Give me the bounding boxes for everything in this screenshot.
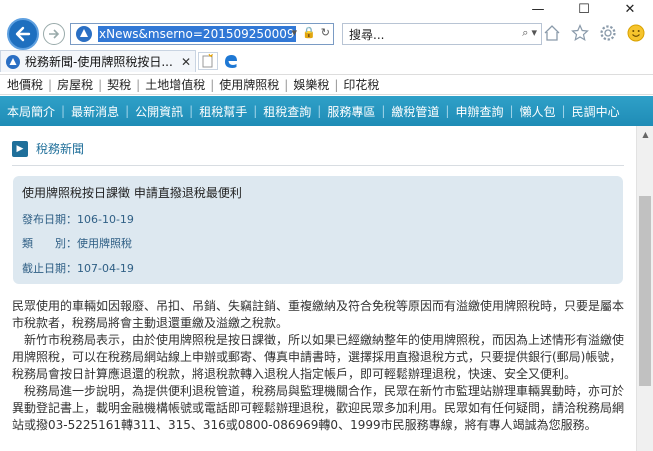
publish-date-label: 發布日期：: [22, 213, 77, 226]
page-content: ▶ 稅務新聞 使用牌照稅按日課徵 申請直撥退稅最便利 發布日期：106-10-1…: [0, 126, 636, 451]
main-nav-bar: 本局簡介 | 最新消息 | 公開資訊 | 租稅幫手 | 租稅查詢 | 服務專區 | 繳稅管道…: [0, 96, 653, 126]
site-favicon-icon: [76, 26, 92, 42]
smiley-feedback-icon[interactable]: [627, 24, 645, 42]
scrollbar-thumb[interactable]: [639, 196, 651, 386]
news-headline: 使用牌照稅按日課徵 申請直撥退稅最便利: [22, 186, 242, 200]
nav-item[interactable]: 租稅查詢: [263, 103, 311, 120]
nav-divider: |: [561, 104, 566, 118]
publish-date: 106-10-19: [77, 213, 134, 226]
nav-divider: |: [189, 104, 194, 118]
tab-close-icon[interactable]: ✕: [181, 55, 191, 69]
edge-icon: [225, 55, 237, 68]
tab-row: 稅務新聞-使用牌照稅按日... ✕: [0, 50, 653, 72]
expiry-date-label: 截止日期：: [22, 262, 77, 275]
nav-item[interactable]: 最新消息: [71, 103, 119, 120]
favorites-star-icon[interactable]: [571, 24, 589, 42]
maximize-button[interactable]: ☐: [561, 0, 607, 18]
refresh-icon[interactable]: ↻: [321, 26, 330, 39]
nav-divider: |: [61, 104, 66, 118]
nav-divider: |: [509, 104, 514, 118]
minimize-button[interactable]: —: [515, 0, 561, 18]
search-icon[interactable]: ⌕: [522, 26, 528, 40]
section-arrow-icon: ▶: [12, 140, 28, 157]
section-header: ▶ 稅務新聞: [12, 140, 84, 157]
home-icon[interactable]: [543, 24, 561, 42]
new-tab-button[interactable]: [198, 52, 218, 70]
edge-button[interactable]: [222, 52, 242, 70]
tax-menu-item[interactable]: 印花稅: [343, 76, 379, 93]
search-input[interactable]: 搜尋...: [349, 26, 384, 43]
forward-arrow-icon: [49, 29, 60, 39]
nav-item[interactable]: 民調中心: [572, 103, 620, 120]
tax-menu-item[interactable]: 地價稅: [7, 76, 43, 93]
nav-divider: |: [317, 104, 322, 118]
tax-menu-item[interactable]: 娛樂稅: [293, 76, 329, 93]
scroll-up-icon[interactable]: ▲: [637, 126, 653, 142]
vertical-scrollbar[interactable]: ▲: [636, 126, 653, 451]
publish-date-row: 發布日期：106-10-19: [22, 211, 134, 227]
menu-divider: |: [210, 77, 215, 92]
menu-divider: |: [48, 77, 53, 92]
window-controls: — ☐ ✕: [515, 0, 653, 18]
article-paragraph: 新竹市稅務局表示，由於使用牌照稅是按日課徵，所以如果已經繳納整年的使用牌照稅，而…: [12, 333, 625, 381]
address-tools: ▾ 🔒 ↻: [292, 26, 330, 39]
tax-menu-item[interactable]: 土地增值稅: [145, 76, 205, 93]
forward-button[interactable]: [43, 23, 65, 45]
nav-divider: |: [125, 104, 130, 118]
tax-type-menu: 地價稅 | 房屋稅 | 契稅 | 土地增值稅 | 使用牌照稅 | 娛樂稅 | 印花稅: [0, 74, 653, 95]
tax-menu-item[interactable]: 契稅: [107, 76, 131, 93]
nav-divider: |: [381, 104, 386, 118]
news-info-box: 使用牌照稅按日課徵 申請直撥退稅最便利 發布日期：106-10-19 類 別：使…: [13, 176, 623, 284]
menu-divider: |: [98, 77, 103, 92]
nav-divider: |: [445, 104, 450, 118]
tax-menu-item[interactable]: 使用牌照稅: [219, 76, 279, 93]
tab-favicon-icon: [6, 54, 20, 69]
category-label: 類 別：: [22, 237, 77, 250]
nav-item[interactable]: 繳稅管道: [391, 103, 439, 120]
nav-item[interactable]: 服務專區: [327, 103, 375, 120]
menu-divider: |: [136, 77, 141, 92]
tax-menu-item[interactable]: 房屋稅: [57, 76, 93, 93]
menu-divider: |: [334, 77, 339, 92]
address-row: xNews&mserno=201509250009 ▾ 🔒 ↻ 搜尋... ⌕ …: [0, 18, 653, 50]
article-paragraph: 稅務局進一步說明，為提供便利退稅管道，稅務局與監理機關合作，民眾在新竹市監理站辦…: [12, 384, 625, 432]
expiry-date-row: 截止日期：107-04-19: [22, 260, 134, 276]
back-arrow-icon: [15, 26, 31, 42]
lock-icon[interactable]: 🔒: [302, 26, 316, 39]
section-title: 稅務新聞: [36, 142, 85, 156]
address-bar[interactable]: xNews&mserno=201509250009 ▾ 🔒 ↻: [70, 23, 334, 45]
category-row: 類 別：使用牌照稅: [22, 235, 132, 251]
nav-item[interactable]: 本局簡介: [7, 103, 55, 120]
nav-item[interactable]: 申辦查詢: [455, 103, 503, 120]
back-button[interactable]: [7, 18, 39, 50]
tab-active[interactable]: 稅務新聞-使用牌照稅按日... ✕: [0, 50, 196, 72]
section-divider: [12, 165, 624, 166]
new-tab-icon: [202, 53, 214, 68]
menu-divider: |: [284, 77, 289, 92]
nav-item[interactable]: 租稅幫手: [199, 103, 247, 120]
close-window-button[interactable]: ✕: [607, 0, 653, 18]
article-body: 民眾使用的車輛如因報廢、吊扣、吊銷、失竊註銷、重複繳納及符合免稅等原因而有溢繳使…: [12, 298, 624, 434]
search-dropdown-icon[interactable]: ▾: [531, 26, 537, 40]
category-value: 使用牌照稅: [77, 237, 132, 250]
dropdown-icon[interactable]: ▾: [292, 26, 298, 39]
nav-item[interactable]: 懶人包: [520, 103, 556, 120]
tab-title: 稅務新聞-使用牌照稅按日...: [25, 55, 173, 69]
search-tools: ⌕ ▾: [522, 26, 537, 40]
article-paragraph: 民眾使用的車輛如因報廢、吊扣、吊銷、失竊註銷、重複繳納及符合免稅等原因而有溢繳使…: [12, 299, 625, 330]
settings-gear-icon[interactable]: [599, 24, 617, 42]
browser-tools: [543, 24, 645, 42]
address-url[interactable]: xNews&mserno=201509250009: [98, 26, 296, 42]
search-box[interactable]: 搜尋... ⌕ ▾: [342, 23, 542, 45]
nav-divider: |: [253, 104, 258, 118]
nav-item[interactable]: 公開資訊: [135, 103, 183, 120]
expiry-date: 107-04-19: [77, 262, 134, 275]
